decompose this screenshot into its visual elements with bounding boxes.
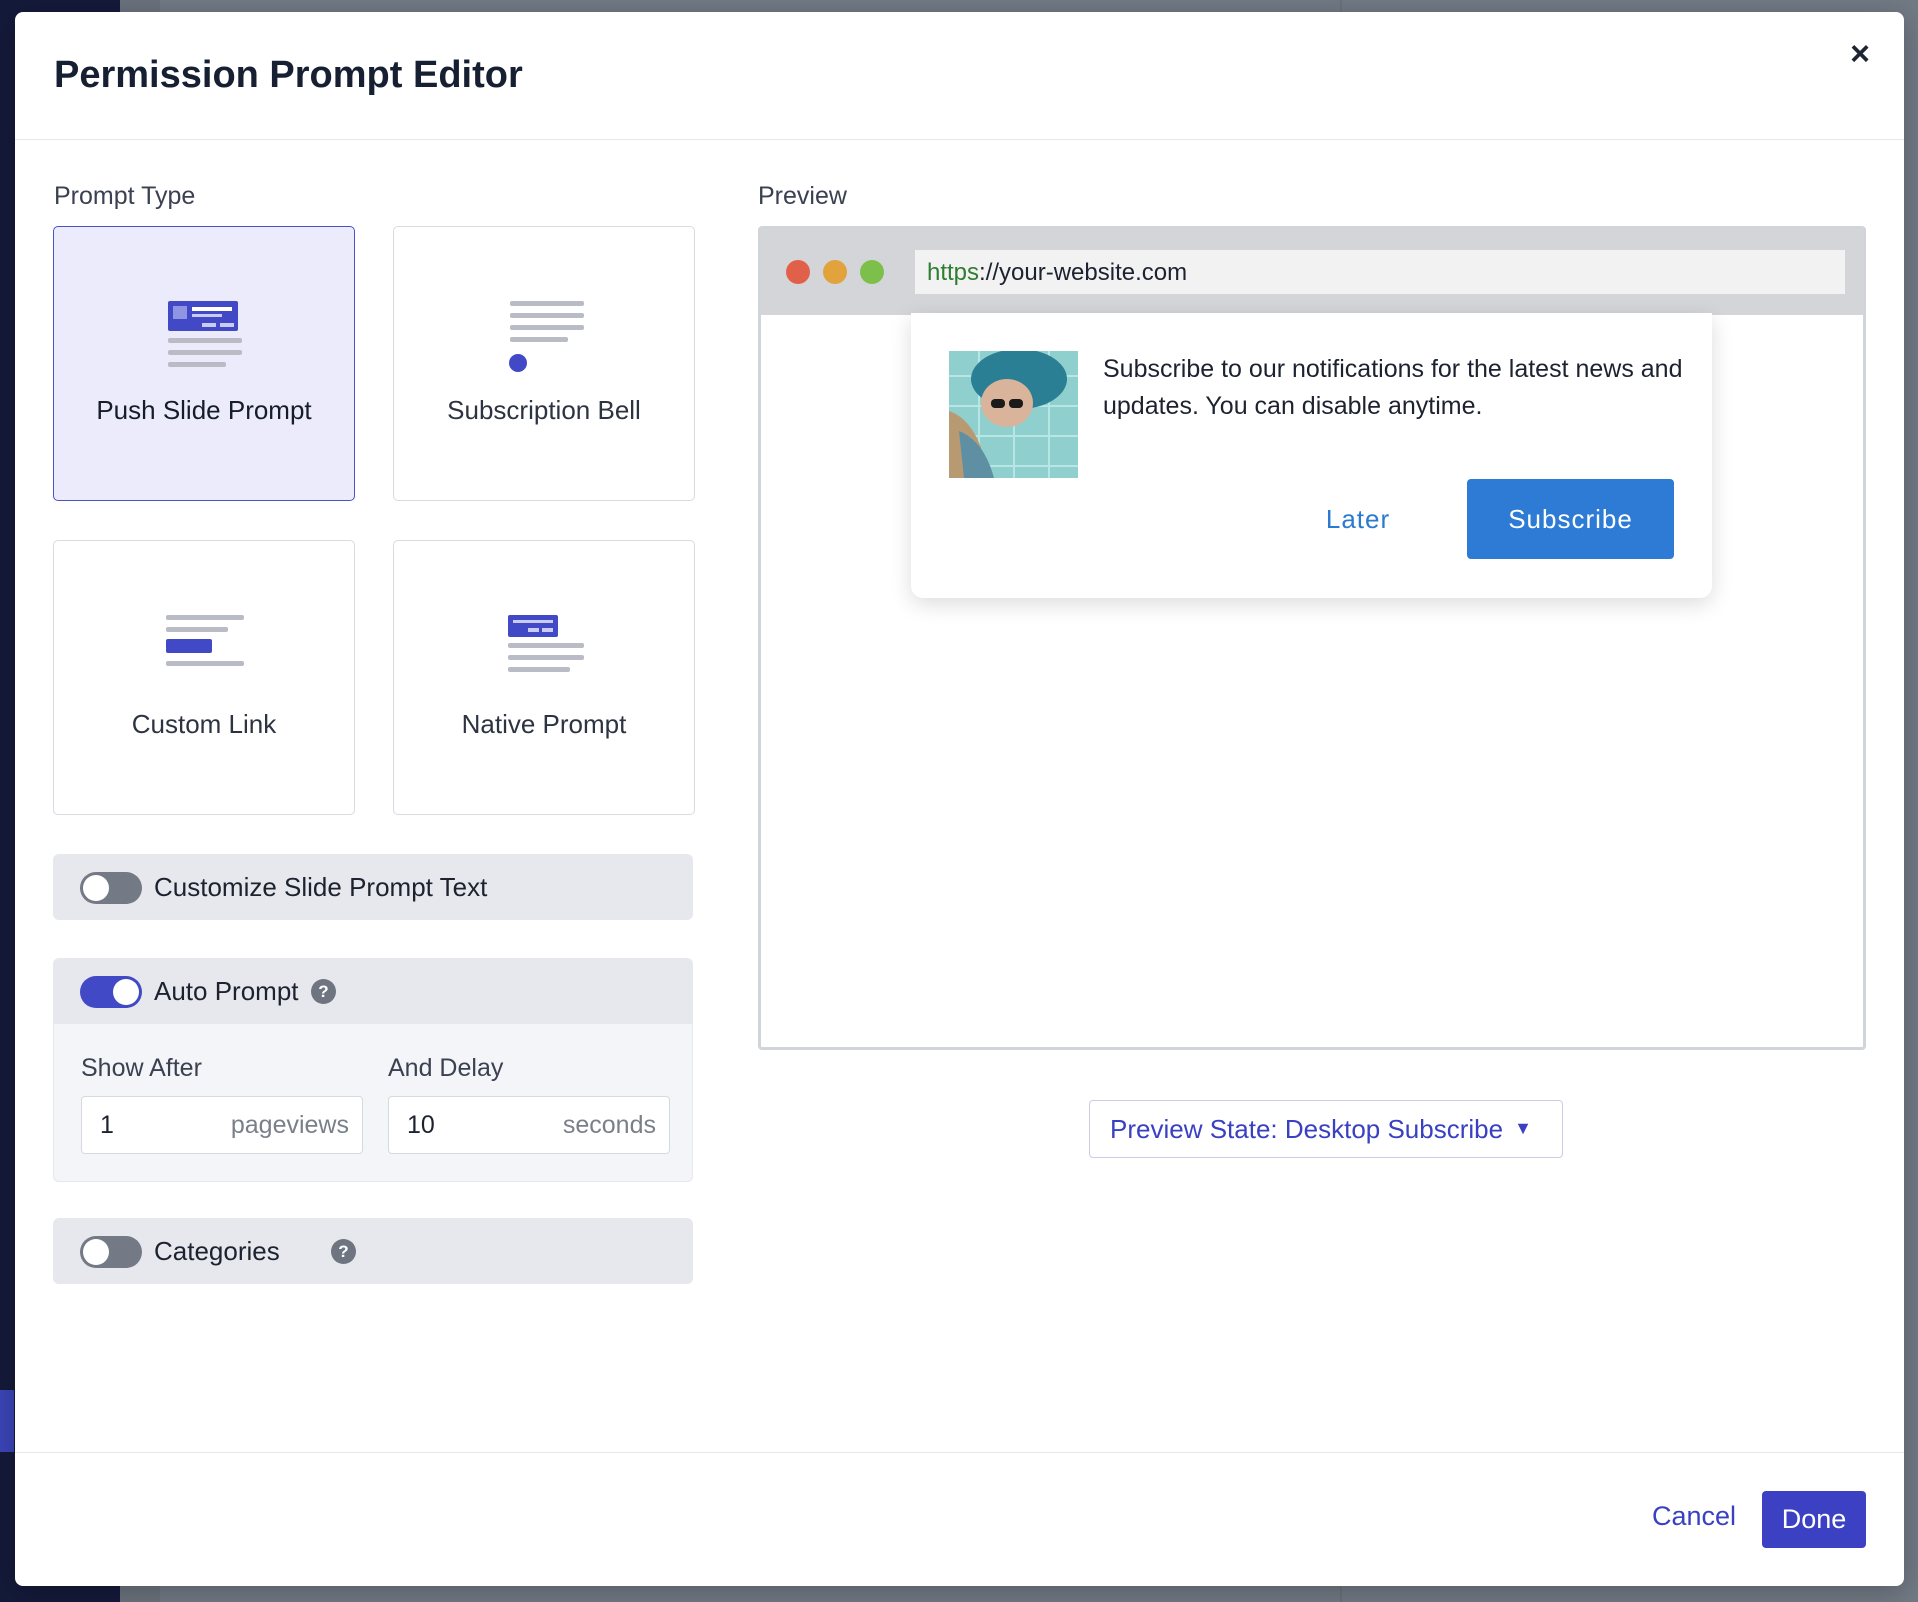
toggle-knob — [83, 875, 109, 901]
auto-prompt-settings: Show After And Delay 1 pageviews 10 seco… — [53, 1024, 693, 1182]
url-scheme: https — [927, 259, 980, 286]
url-bar: https://your-website.com — [915, 250, 1845, 294]
categories-toggle[interactable] — [80, 1236, 142, 1268]
categories-label: Categories — [154, 1236, 280, 1266]
window-close-dot — [786, 260, 810, 284]
prompt-card-push-slide[interactable]: Push Slide Prompt — [53, 226, 355, 501]
preview-browser-frame: https://your-website.com Subscribe to ou… — [758, 226, 1866, 1050]
cancel-button[interactable]: Cancel — [1648, 1493, 1740, 1540]
subscription-bell-icon — [509, 301, 584, 372]
preview-state-dropdown[interactable]: Preview State: Desktop Subscribe ▼ — [1089, 1100, 1563, 1158]
prompt-card-label: Native Prompt — [461, 709, 627, 739]
chevron-down-icon: ▼ — [1514, 1118, 1532, 1138]
browser-toolbar: https://your-website.com — [761, 229, 1863, 315]
show-after-unit: pageviews — [230, 1111, 349, 1139]
delay-label: And Delay — [388, 1054, 504, 1082]
prompt-card-label: Push Slide Prompt — [96, 395, 312, 425]
modal-title: Permission Prompt Editor — [54, 54, 523, 96]
preview-state-label: Preview State: Desktop Subscribe — [1110, 1114, 1504, 1144]
auto-prompt-panel: Auto Prompt ? Show After And Delay 1 pag… — [53, 958, 693, 1182]
slide-prompt-image — [949, 351, 1078, 478]
subscribe-button[interactable]: Subscribe — [1467, 479, 1674, 559]
customize-text-toggle[interactable] — [80, 872, 142, 904]
auto-prompt-toggle[interactable] — [80, 976, 142, 1008]
modal-header: Permission Prompt Editor × — [15, 12, 1904, 140]
slide-prompt-message: Subscribe to our notifications for the l… — [1103, 355, 1683, 420]
close-button[interactable]: × — [1838, 32, 1882, 76]
auto-prompt-label: Auto Prompt — [154, 976, 299, 1006]
customize-text-label: Customize Slide Prompt Text — [154, 872, 488, 902]
slide-prompt-preview: Subscribe to our notifications for the l… — [911, 313, 1712, 598]
preview-label: Preview — [758, 182, 847, 210]
done-button[interactable]: Done — [1762, 1491, 1866, 1548]
prompt-card-custom-link[interactable]: Custom Link — [53, 540, 355, 815]
later-button[interactable]: Later — [1303, 479, 1413, 559]
customize-text-row: Customize Slide Prompt Text — [53, 854, 693, 920]
delay-input[interactable]: 10 seconds — [388, 1096, 670, 1154]
auto-prompt-row: Auto Prompt ? — [53, 958, 693, 1024]
permission-prompt-editor-modal: Permission Prompt Editor × Prompt Type P… — [15, 12, 1904, 1586]
prompt-card-label: Subscription Bell — [447, 395, 641, 425]
prompt-type-label: Prompt Type — [54, 182, 196, 210]
prompt-card-native-prompt[interactable]: Native Prompt — [393, 540, 695, 815]
push-slide-prompt-icon — [168, 301, 242, 367]
delay-unit: seconds — [562, 1111, 656, 1139]
background-sidebar-active-item — [0, 1390, 14, 1452]
prompt-card-subscription-bell[interactable]: Subscription Bell — [393, 226, 695, 501]
show-after-label: Show After — [81, 1054, 202, 1082]
auto-prompt-help-icon[interactable]: ? — [311, 979, 336, 1004]
modal-footer: Cancel Done — [15, 1452, 1904, 1586]
url-address: ://your-website.com — [979, 259, 1188, 286]
custom-link-icon — [166, 615, 244, 666]
toggle-knob — [113, 979, 139, 1005]
customize-text-panel: Customize Slide Prompt Text — [53, 854, 693, 920]
close-icon: × — [1850, 35, 1870, 73]
prompt-card-label: Custom Link — [131, 709, 277, 739]
show-after-value: 1 — [100, 1111, 114, 1139]
categories-help-icon[interactable]: ? — [331, 1239, 356, 1264]
show-after-input[interactable]: 1 pageviews — [81, 1096, 363, 1154]
categories-panel: Categories ? — [53, 1218, 693, 1284]
delay-value: 10 — [407, 1111, 435, 1139]
native-prompt-icon — [508, 615, 584, 672]
window-maximize-dot — [860, 260, 884, 284]
window-minimize-dot — [823, 260, 847, 284]
categories-row: Categories ? — [53, 1218, 693, 1284]
toggle-knob — [83, 1239, 109, 1265]
